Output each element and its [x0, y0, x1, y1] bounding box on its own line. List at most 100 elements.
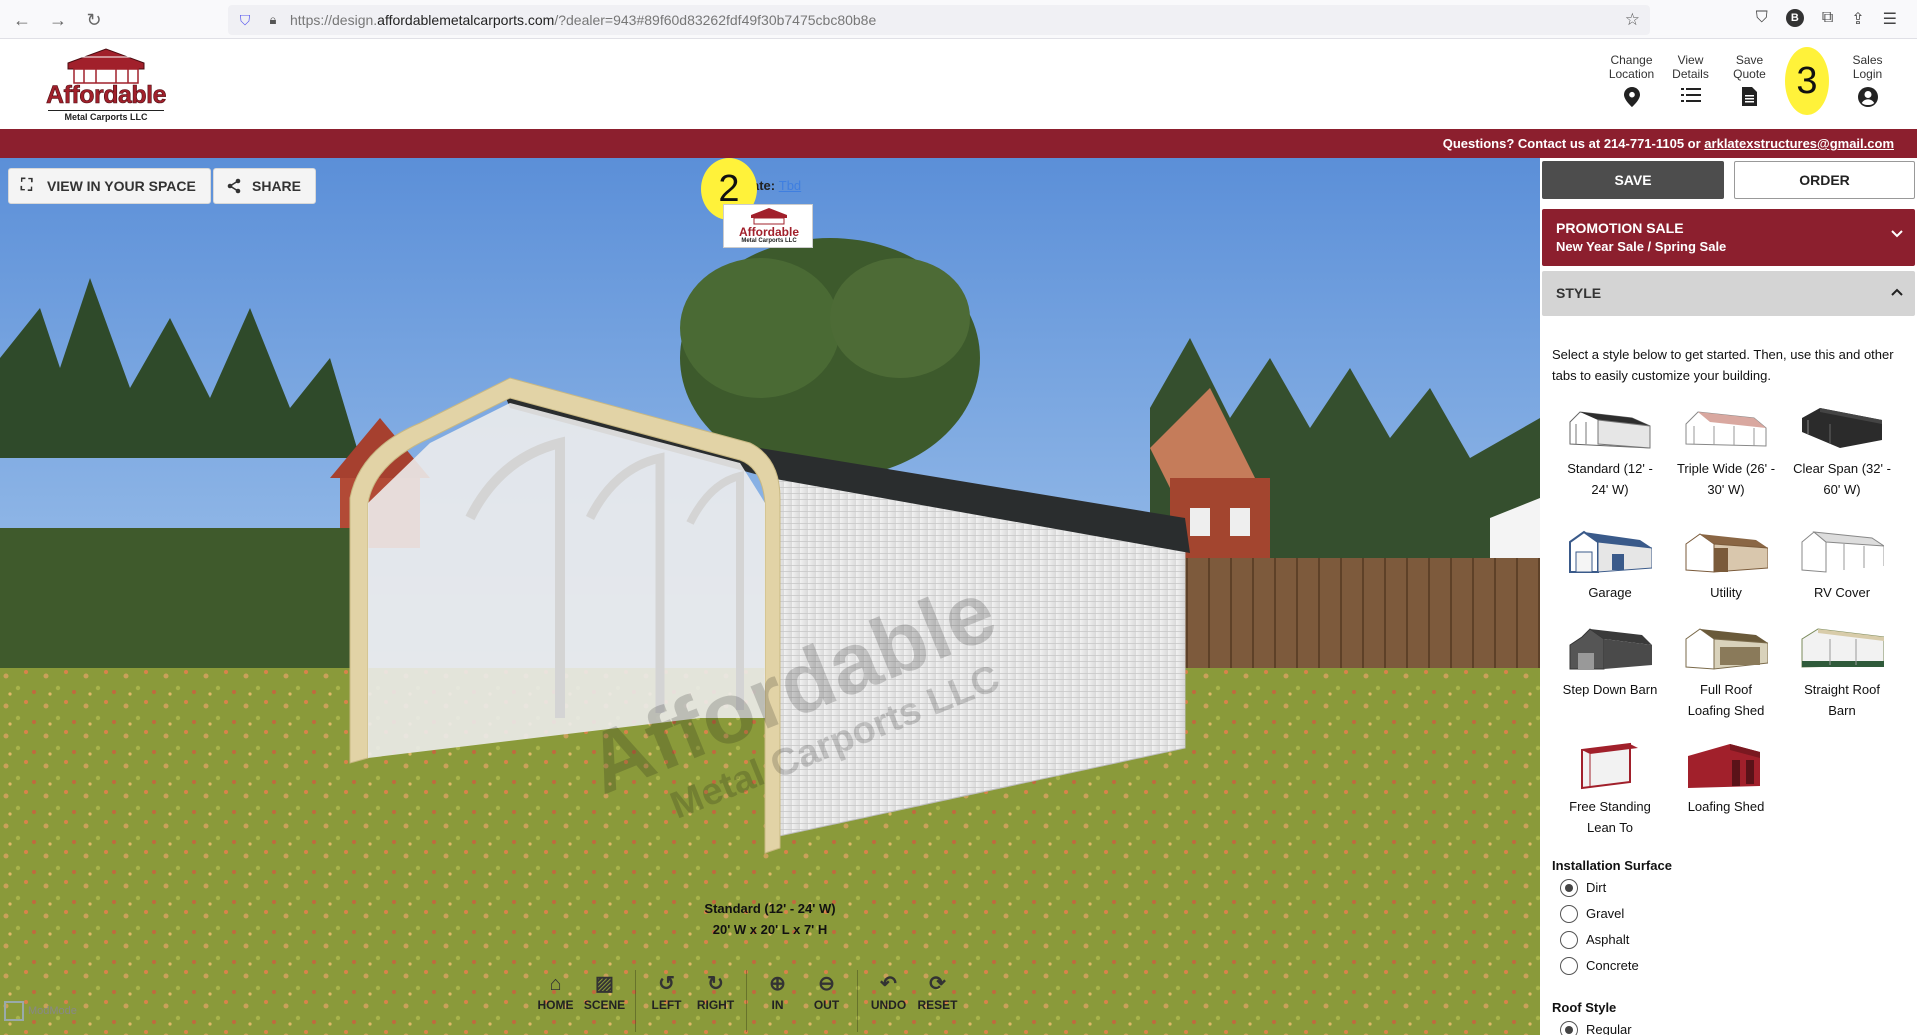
building-dimensions-caption: 20' W x 20' L x 7' H: [712, 922, 828, 937]
surface-radio-concrete[interactable]: Concrete: [1560, 956, 1639, 976]
zoom-in-icon: ⊕: [769, 973, 786, 995]
rotate-right-button[interactable]: ↻ RIGHT: [691, 970, 740, 1032]
list-icon: [1680, 87, 1701, 107]
image-icon: ▨: [595, 973, 614, 995]
logo-wordmark: Affordable: [46, 81, 167, 110]
dealer-mini-logo: Affordable Metal Carports LLC: [723, 204, 813, 248]
pocket-icon[interactable]: ⛉: [1756, 9, 1768, 29]
style-intro-text: Select a style below to get started. The…: [1552, 347, 1894, 383]
forward-arrow-icon[interactable]: →: [46, 8, 70, 32]
view-in-your-space-button[interactable]: ⛶ VIEW IN YOUR SPACE: [8, 168, 211, 204]
radio-empty-icon: [1560, 931, 1578, 949]
radio-selected-icon: [1560, 1021, 1578, 1035]
roof-radio-regular[interactable]: Regular: [1560, 1020, 1632, 1035]
style-triple-wide[interactable]: Triple Wide (26' -30' W): [1668, 404, 1784, 500]
address-bar[interactable]: ⛉ 🔒︎ https://design.affordablemetalcarpo…: [228, 5, 1650, 35]
reset-icon: ⟳: [929, 973, 946, 995]
radio-empty-icon: [1560, 957, 1578, 975]
triple-wide-carport-icon: [1685, 411, 1767, 447]
style-garage[interactable]: Garage: [1552, 528, 1668, 603]
rotate-right-icon: ↻: [707, 973, 724, 995]
share-button[interactable]: SHARE: [213, 168, 317, 207]
promo-title: PROMOTION SALE: [1556, 220, 1684, 236]
reload-icon[interactable]: ↻: [82, 8, 106, 32]
3d-viewport[interactable]: Affordable Metal Carports LLC ⛶ VIEW IN Y…: [0, 158, 1540, 1035]
share-icon: [226, 169, 242, 207]
radio-empty-icon: [1560, 905, 1578, 923]
style-free-standing-lean-to[interactable]: Free Standing Lean To: [1552, 742, 1668, 838]
home-icon: ⌂: [549, 973, 562, 995]
extensions-icon[interactable]: ⧉: [1822, 9, 1833, 29]
rotate-left-icon: ↺: [658, 973, 675, 995]
full-roof-loafing-shed-icon: [1685, 628, 1768, 670]
barn-logo-icon: [67, 48, 145, 84]
loafing-shed-icon: [1688, 744, 1760, 788]
surface-radio-asphalt[interactable]: Asphalt: [1560, 930, 1629, 950]
menu-icon[interactable]: ☰: [1883, 9, 1897, 29]
profile-icon[interactable]: B: [1785, 9, 1804, 27]
zoom-out-icon: ⊖: [818, 973, 835, 995]
style-section-header[interactable]: STYLE: [1542, 271, 1915, 316]
view-details-button[interactable]: View Details: [1661, 53, 1720, 107]
estimate-label: ate: Tbd: [752, 178, 802, 193]
scene-button[interactable]: ▨ SCENE: [580, 970, 629, 1032]
config-sidebar: SAVE ORDER PROMOTION SALE New Year Sale …: [1540, 158, 1917, 1035]
site-logo[interactable]: Affordable Metal Carports LLC: [40, 47, 172, 122]
clear-span-carport-icon: [1802, 408, 1882, 448]
corner-badge: ModMode: [4, 1001, 77, 1021]
home-button[interactable]: ⌂ HOME: [531, 970, 580, 1032]
style-clear-span[interactable]: Clear Span (32' -60' W): [1784, 404, 1900, 500]
reset-button[interactable]: ⟳ RESET: [913, 970, 962, 1032]
share-page-icon[interactable]: ⇪: [1851, 9, 1864, 29]
style-full-roof-loafing-shed[interactable]: Full Roof Loafing Shed: [1668, 625, 1784, 721]
location-pin-icon: [1622, 87, 1642, 107]
lock-icon[interactable]: 🔒︎: [264, 11, 282, 29]
user-circle-icon: [1857, 87, 1878, 107]
straight-roof-barn-icon: [1801, 628, 1884, 668]
change-location-button[interactable]: Change Location: [1602, 53, 1661, 107]
contact-email-link[interactable]: arklatexstructures@gmail.com: [1704, 136, 1894, 151]
step-marker-3: 3: [1785, 47, 1829, 115]
contact-banner: Questions? Contact us at 214-771-1105 or…: [0, 129, 1917, 158]
zoom-out-button[interactable]: ⊖ OUT: [802, 970, 851, 1032]
view-toolbar: ⌂ HOME ▨ SCENE ↺ LEFT ↻ RIGHT ⊕ IN ⊖ OUT ↶ UNDO…: [525, 970, 968, 1032]
chevron-up-icon: [1891, 283, 1903, 299]
step-down-barn-icon: [1569, 628, 1652, 670]
style-utility[interactable]: Utility: [1668, 528, 1784, 603]
bookmark-star-icon[interactable]: ☆: [1625, 10, 1640, 30]
undo-icon: ↶: [880, 973, 897, 995]
style-standard[interactable]: Standard (12' -24' W): [1552, 404, 1668, 500]
estimate-link[interactable]: Tbd: [779, 178, 801, 193]
style-title: STYLE: [1556, 285, 1602, 301]
site-header: Affordable Metal Carports LLC Change Loc…: [0, 39, 1917, 129]
roof-style-title: Roof Style: [1552, 1000, 1617, 1015]
utility-carport-icon: [1685, 533, 1768, 573]
url-text[interactable]: https://design.affordablemetalcarports.c…: [290, 12, 876, 28]
barn-logo-icon: [751, 208, 787, 225]
installation-surface-title: Installation Surface: [1552, 858, 1672, 873]
undo-button[interactable]: ↶ UNDO: [864, 970, 913, 1032]
surface-radio-gravel[interactable]: Gravel: [1560, 904, 1624, 924]
save-quote-button[interactable]: Save Quote: [1720, 53, 1779, 107]
surface-radio-dirt[interactable]: Dirt: [1560, 878, 1606, 898]
chevron-down-icon: [1891, 225, 1903, 241]
sales-login-button[interactable]: Sales Login: [1838, 53, 1897, 107]
ar-scan-icon: ⛶: [21, 177, 33, 194]
free-standing-lean-to-icon: [1581, 742, 1638, 790]
style-rv-cover[interactable]: RV Cover: [1784, 528, 1900, 603]
style-step-down-barn[interactable]: Step Down Barn: [1552, 625, 1668, 700]
save-button[interactable]: SAVE: [1542, 161, 1724, 199]
promotion-panel[interactable]: PROMOTION SALE New Year Sale / Spring Sa…: [1542, 209, 1915, 266]
style-straight-roof-barn[interactable]: Straight Roof Barn: [1784, 625, 1900, 721]
standard-carport-icon: [1569, 411, 1651, 449]
tracking-shield-icon[interactable]: ⛉: [236, 11, 254, 29]
garage-icon: [1569, 530, 1652, 573]
style-loafing-shed[interactable]: Loafing Shed: [1668, 742, 1784, 817]
rotate-left-button[interactable]: ↺ LEFT: [642, 970, 691, 1032]
order-button[interactable]: ORDER: [1734, 161, 1915, 199]
zoom-in-button[interactable]: ⊕ IN: [753, 970, 802, 1032]
promo-subtitle: New Year Sale / Spring Sale: [1556, 239, 1727, 254]
back-arrow-icon[interactable]: ←: [10, 8, 34, 32]
building-style-caption: Standard (12' - 24' W): [704, 901, 836, 916]
browser-toolbar: ← → ↻ ⛉ 🔒︎ https://design.affordablemeta…: [0, 0, 1917, 39]
